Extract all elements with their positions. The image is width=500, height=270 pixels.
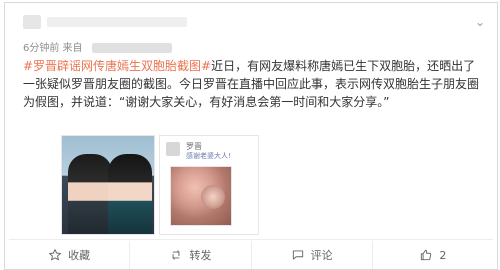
person-right [108,154,152,234]
topic-link[interactable]: #罗晋辟谣网传唐嫣生双胞胎截图# [23,59,211,73]
like-count: 2 [439,248,447,262]
post-media: 罗晋 感谢老婆大人! [61,135,259,235]
star-icon [48,248,62,262]
post-time-source: 6分钟前 来自 [23,43,83,54]
like-button[interactable]: 2 [373,241,493,269]
favorite-label: 收藏 [68,249,91,262]
source-redacted [91,43,172,53]
author-name[interactable] [47,17,187,27]
actions-divider [9,239,493,240]
person-left [68,154,112,234]
avatar[interactable] [23,15,41,29]
repost-icon [169,248,183,262]
repost-label: 转发 [189,249,212,262]
weibo-post-card: ⌄ 6分钟前 来自 #罗晋辟谣网传唐嫣生双胞胎截图#近日，有网友爆料称唐嫣已生下… [4,2,498,270]
thumbs-up-icon [419,248,433,262]
comment-button[interactable]: 评论 [252,241,373,269]
screenshot-name: 罗晋 [186,142,202,151]
repost-button[interactable]: 转发 [130,241,252,269]
photo-left[interactable] [61,135,155,235]
comment-icon [291,248,305,262]
comment-label: 评论 [310,249,333,262]
screenshot-image [170,166,232,226]
post-header: ⌄ [23,13,493,41]
screenshot-header: 罗晋 感谢老婆大人! [166,142,252,160]
post-actions: 收藏 转发 评论 2 [9,241,493,269]
post-content: #罗晋辟谣网传唐嫣生双胞胎截图#近日，有网友爆料称唐嫣已生下双胞胎，还晒出了一张… [23,57,483,111]
screenshot-avatar [166,142,180,156]
chevron-down-glyph: ⌄ [474,15,486,29]
chevron-down-icon[interactable]: ⌄ [473,15,487,29]
post-meta: 6分钟前 来自 [23,39,172,54]
favorite-button[interactable]: 收藏 [9,241,131,269]
screenshot-caption: 感谢老婆大人! [186,152,231,160]
photo-right-screenshot[interactable]: 罗晋 感谢老婆大人! [159,135,259,235]
